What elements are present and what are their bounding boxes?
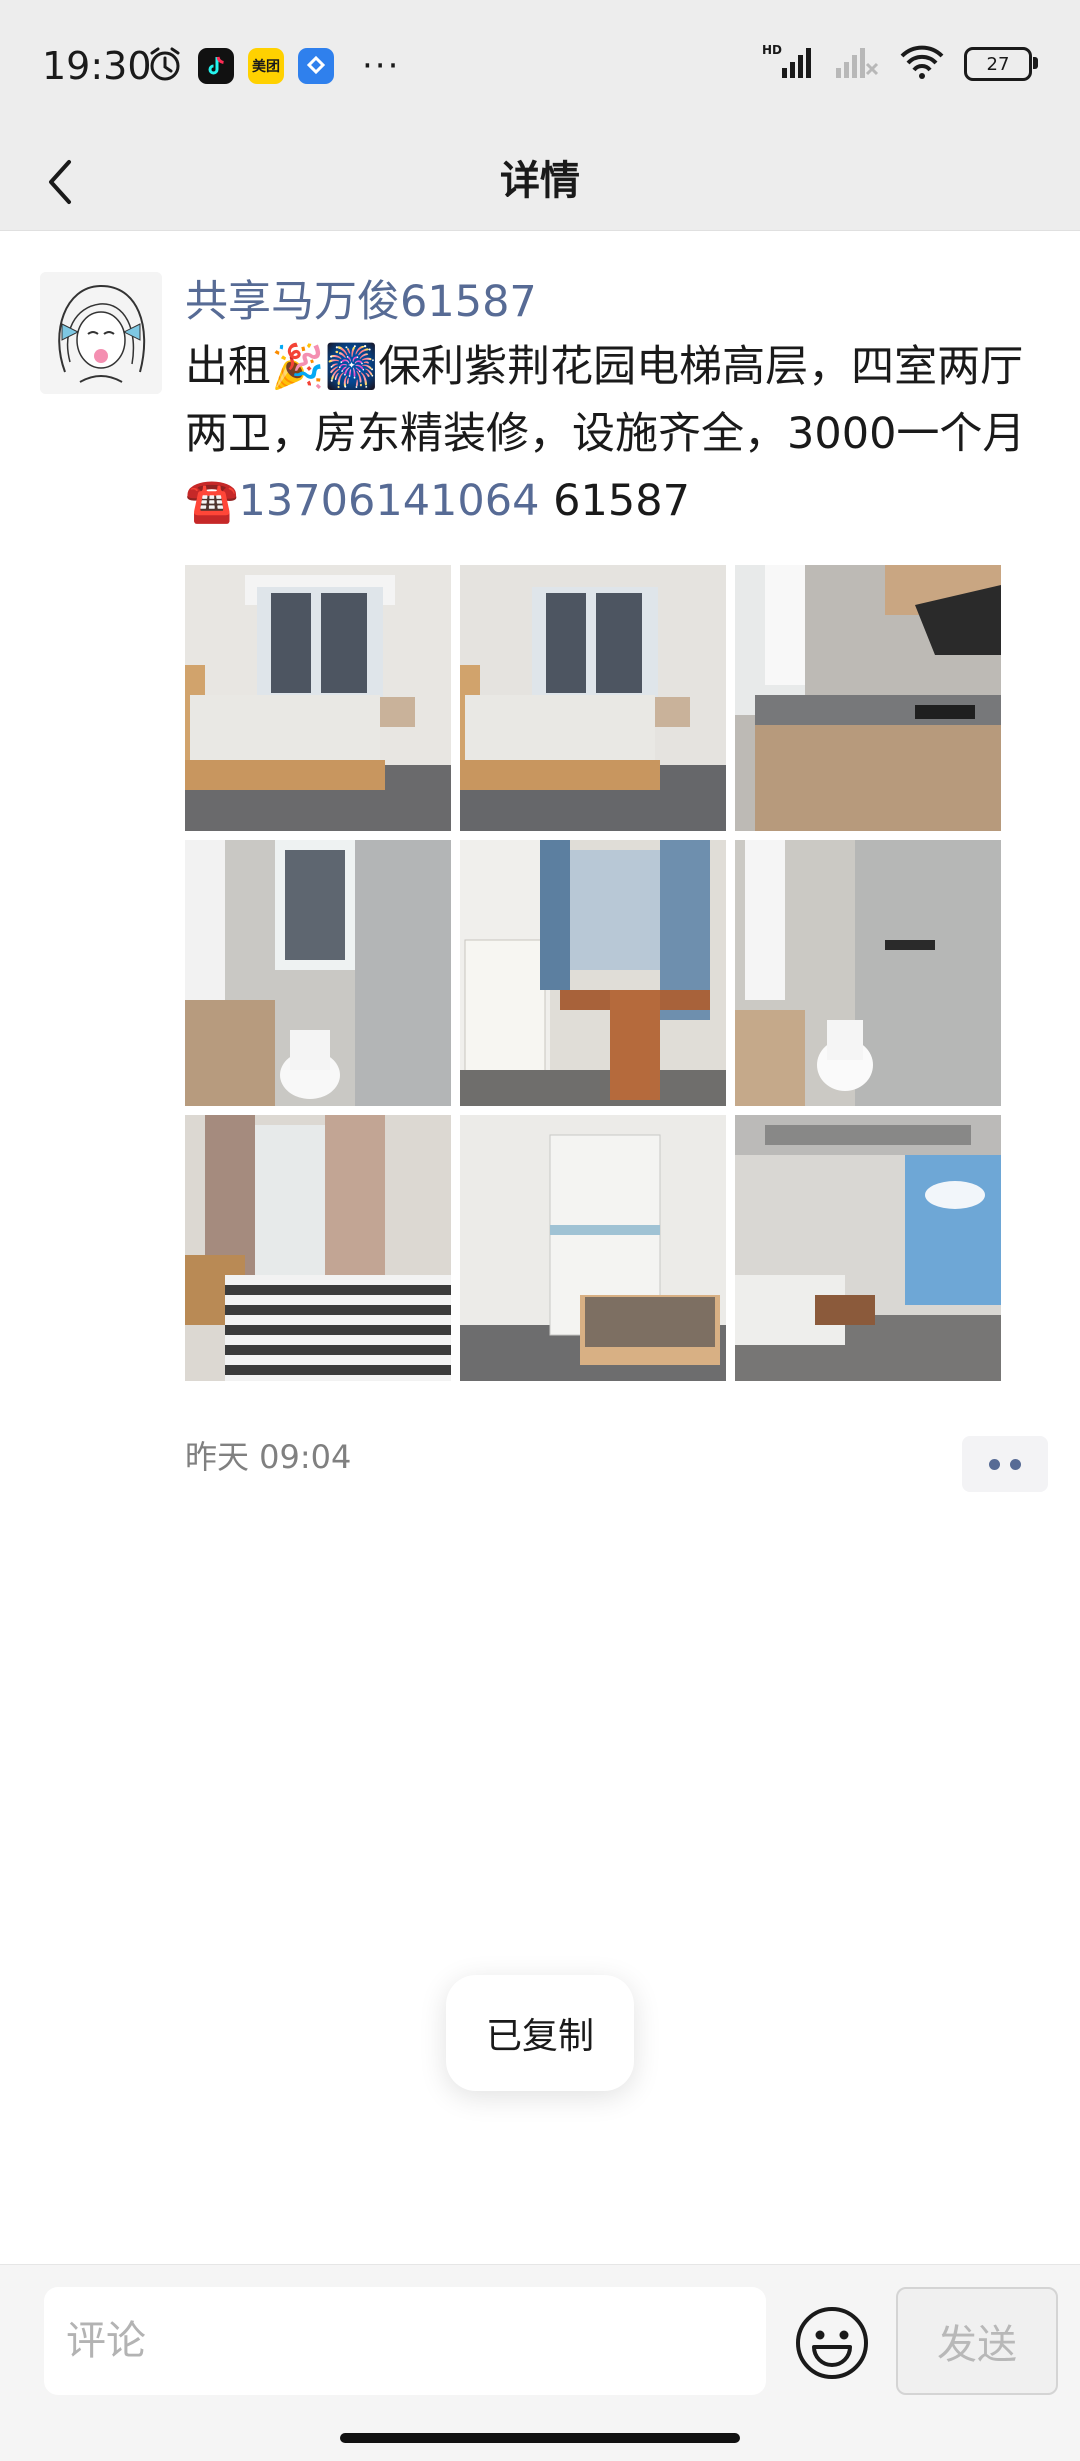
post-text-tail: 61587 [539, 476, 690, 526]
chevron-left-icon [49, 160, 71, 204]
dot-icon [989, 1458, 1000, 1470]
comment-bar: 发送 [0, 2264, 1080, 2461]
username-link[interactable]: 共享马万俊61587 [185, 272, 537, 332]
more-options-button[interactable] [962, 1436, 1048, 1492]
battery-icon: 27 [964, 47, 1038, 81]
signal-icon: HD [762, 42, 816, 86]
status-bar: 19:30 美团 ··· HD 27 [0, 0, 1080, 132]
douyin-app-icon [198, 48, 234, 84]
bedroom-photo[interactable] [460, 565, 726, 831]
more-notifications-icon: ··· [362, 46, 401, 86]
app-icon-blue [298, 48, 334, 84]
dot-icon [1010, 1458, 1021, 1470]
back-button[interactable] [30, 138, 90, 226]
svg-text:HD: HD [762, 43, 782, 57]
meituan-app-icon: 美团 [248, 48, 284, 84]
bathroom-photo[interactable] [735, 840, 1001, 1106]
page-title: 详情 [500, 158, 580, 204]
photo-grid [185, 565, 1005, 1381]
wifi-icon [898, 42, 946, 86]
status-time: 19:30 [42, 44, 152, 88]
smiley-icon [796, 2307, 868, 2379]
send-button[interactable]: 发送 [896, 2287, 1058, 2395]
copied-toast: 已复制 [446, 1975, 634, 2091]
post-timestamp: 昨天 09:04 [185, 1438, 352, 1476]
home-indicator[interactable] [340, 2433, 740, 2443]
bedroom-photo[interactable] [460, 1115, 726, 1381]
alarm-icon [146, 45, 184, 87]
comment-input[interactable] [44, 2287, 766, 2395]
system-icons: HD 27 [762, 42, 1038, 86]
emoji-button[interactable] [792, 2303, 872, 2383]
post-content: 出租🎉🎆保利紫荆花园电梯高层，四室两厅两卫，房东精装修，设施齐全，3000一个月… [185, 334, 1045, 535]
avatar[interactable] [40, 272, 162, 394]
notification-icons: 美团 ··· [146, 44, 400, 88]
kitchen-photo[interactable] [735, 565, 1001, 831]
bedroom-photo[interactable] [185, 1115, 451, 1381]
phone-link[interactable]: 13706141064 [239, 476, 540, 526]
signal-weak-icon [834, 42, 880, 86]
study-room-photo[interactable] [460, 840, 726, 1106]
living-room-photo[interactable] [735, 1115, 1001, 1381]
bathroom-photo[interactable] [185, 840, 451, 1106]
bedroom-photo[interactable] [185, 565, 451, 831]
nav-bar: 详情 [0, 132, 1080, 231]
